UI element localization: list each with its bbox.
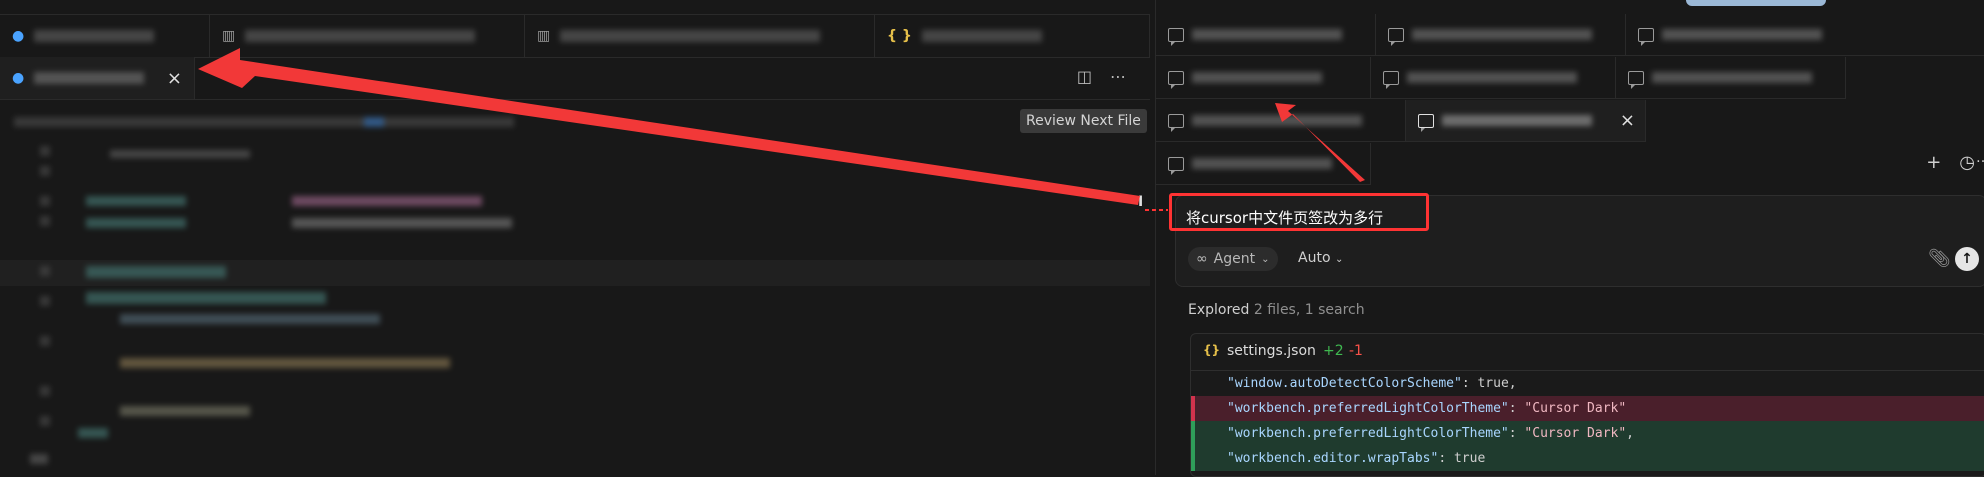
tab-label-redacted [245,30,476,42]
agent-label: Agent [1213,251,1256,267]
explored-detail: 2 files, 1 search [1253,302,1365,318]
more-tabs-indicator[interactable]: … [1976,150,1984,168]
chat-tab[interactable] [1156,14,1376,56]
chat-tab[interactable] [1156,100,1406,142]
editor-tab[interactable]: ▥ [525,15,875,57]
diff-line: "workbench.editor.wrapTabs": true [1191,446,1984,471]
chat-tab-label-redacted [1192,29,1342,40]
chevron-down-icon: ⌄ [1334,254,1344,265]
new-chat-icon[interactable]: + [1926,152,1941,173]
history-icon[interactable]: ◷ [1959,152,1975,173]
infinity-icon: ∞ [1196,251,1208,267]
book-icon: ▥ [222,28,236,44]
chat-tab-label-redacted [1652,72,1812,83]
editor-tab[interactable]: ● [0,15,210,57]
code-line-redacted [292,218,512,228]
editor-toolbar: ◫ ⋯ [1077,67,1126,86]
model-label: Auto [1298,250,1331,266]
split-editor-icon[interactable]: ◫ [1077,67,1092,86]
code-line-redacted [86,292,326,304]
code-editor[interactable] [70,136,1150,475]
file-icon: ● [12,28,25,44]
code-line-redacted [86,218,186,228]
breadcrumb [14,117,514,127]
active-chat-tab[interactable]: × [1406,100,1646,142]
editor-tab-row-2: ● × ◫ ⋯ [0,57,1150,100]
diff-line: "workbench.preferredLightColorTheme": "C… [1191,421,1984,446]
chat-icon [1168,113,1184,132]
code-line-redacted [110,150,250,158]
chat-tab[interactable] [1371,57,1616,99]
chat-actions: + ◷ [1926,152,1975,173]
explored-summary[interactable]: Explored 2 files, 1 search [1188,302,1365,318]
code-line-redacted [86,196,186,206]
text-cursor-icon: I [1138,194,1144,210]
active-editor-tab[interactable]: ● × [0,57,195,99]
more-actions-icon[interactable]: ⋯ [1110,67,1126,86]
chat-icon [1168,70,1184,89]
tab-label-redacted [921,30,1042,42]
chat-tab-label-redacted [1407,72,1577,83]
chat-icon [1418,113,1434,132]
diff-line: "workbench.preferredLightColorTheme": "C… [1191,396,1984,421]
line-number-gutter [0,136,60,475]
editor-tab-row-1: ● ▥ ▥ { } [0,14,1150,58]
chat-tab-label-redacted [1412,29,1592,40]
editor-pane: ● ▥ ▥ { } ● × ◫ ⋯ Review Next File I [0,0,1150,475]
paperclip-icon[interactable]: 📎︎ [1928,248,1951,269]
chat-icon [1168,27,1184,46]
code-line-redacted [120,314,380,324]
json-icon: { } [887,28,912,44]
chevron-down-icon: ⌄ [1261,253,1270,265]
chat-tab-label-redacted [1662,29,1822,40]
chat-tab-label-redacted [1192,72,1322,83]
diff-file-name: settings.json [1227,343,1316,359]
chat-icon [1638,27,1654,46]
prompt-highlight-box [1169,193,1429,231]
editor-tab[interactable]: ▥ [210,15,525,57]
file-icon: ● [12,70,25,86]
editor-tab[interactable]: { } [875,15,1150,57]
chat-tab[interactable] [1616,57,1846,99]
code-line-redacted [78,428,108,438]
chat-tab-label-redacted [1442,115,1592,126]
code-line-redacted [86,266,226,278]
chat-tab[interactable] [1156,57,1371,99]
chat-tab-label-redacted [1192,158,1332,169]
tab-label-redacted [34,72,145,84]
chat-icon [1168,156,1184,175]
chat-pane: × + ◷ 将cursor中文件页签改为多行 ∞ Agent ⌄ Auto ⌄ … [1155,0,1984,477]
diff-header[interactable]: {} settings.json +2 -1 [1191,334,1984,371]
close-tab-icon[interactable]: × [167,68,182,89]
top-indicator [1686,0,1826,6]
send-button[interactable]: ↑ [1955,247,1979,271]
code-line-redacted [120,358,450,368]
code-line-redacted [120,406,250,416]
model-selector[interactable]: Auto ⌄ [1298,250,1343,266]
chat-tab[interactable] [1376,14,1626,56]
review-next-file-button[interactable]: Review Next File [1020,109,1147,133]
json-file-icon: {} [1203,343,1221,357]
close-chat-tab-icon[interactable]: × [1620,110,1635,131]
diff-added-count: +2 [1323,343,1344,359]
explored-label: Explored [1188,302,1250,318]
book-icon: ▥ [537,28,551,44]
chat-icon [1383,70,1399,89]
chat-tab-label-redacted [1192,115,1362,126]
tab-label-redacted [560,30,821,42]
diff-line: "window.autoDetectColorScheme": true, [1227,376,1517,391]
chat-tab[interactable] [1156,143,1371,185]
tab-label-redacted [34,30,155,42]
chat-icon [1388,27,1404,46]
chat-tab[interactable] [1626,14,1984,56]
diff-removed-count: -1 [1349,343,1363,359]
agent-mode-selector[interactable]: ∞ Agent ⌄ [1188,247,1278,271]
code-line-redacted [292,196,482,206]
diff-card[interactable]: {} settings.json +2 -1 "window.autoDetec… [1190,333,1984,477]
chat-icon [1628,70,1644,89]
